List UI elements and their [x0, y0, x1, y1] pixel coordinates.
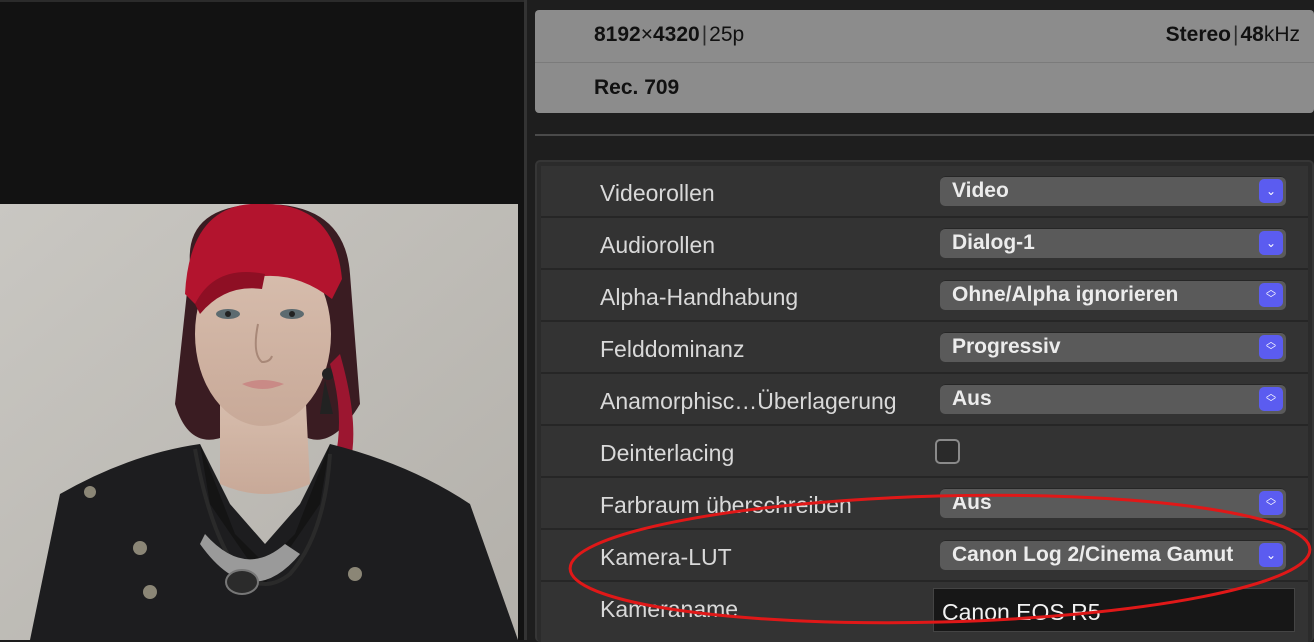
property-label: Audiorollen — [600, 232, 716, 258]
property-row-anamorphic-overlay: Anamorphisc…Überlagerung Aus ︿ ﹀ — [541, 374, 1308, 426]
audio-rate-unit: kHz — [1263, 23, 1300, 46]
property-label: Felddominanz — [600, 336, 745, 362]
property-label: Kamera-LUT — [600, 544, 732, 570]
deinterlacing-checkbox[interactable] — [935, 439, 960, 464]
kameraname-field[interactable]: Canon EOS R5 — [933, 588, 1295, 632]
portrait-photo — [0, 204, 518, 640]
kamera-lut-popup[interactable]: Canon Log 2/Cinema Gamut ⌄ — [940, 540, 1286, 570]
properties-panel: Videorollen Video ⌄ Audiorollen Dialog-1… — [535, 160, 1314, 642]
popup-value: Aus — [952, 387, 992, 410]
popup-value: Progressiv — [952, 335, 1061, 358]
videorollen-popup[interactable]: Video ⌄ — [940, 176, 1286, 206]
updown-chevron-icon: ︿ ﹀ — [1259, 491, 1283, 515]
property-row-farbraum: Farbraum überschreiben Aus ︿ ﹀ — [541, 478, 1308, 530]
felddominanz-popup[interactable]: Progressiv ︿ ﹀ — [940, 332, 1286, 362]
property-row-kamera-lut: Kamera-LUT Canon Log 2/Cinema Gamut ⌄ — [541, 530, 1308, 582]
audiorollen-popup[interactable]: Dialog-1 ⌄ — [940, 228, 1286, 258]
frame-rate: 25p — [709, 23, 745, 46]
video-format: 8192×4320|25p — [594, 23, 744, 47]
popup-value: Canon Log 2/Cinema Gamut — [952, 543, 1234, 566]
updown-chevron-icon: ︿ ﹀ — [1259, 387, 1283, 411]
resolution-width: 8192 — [594, 23, 641, 46]
viewer-frame-image — [0, 204, 518, 640]
popup-value: Aus — [952, 491, 992, 514]
times-sign: × — [640, 23, 653, 46]
popup-value: Video — [952, 179, 1009, 202]
property-label: Videorollen — [600, 180, 715, 206]
popup-value: Ohne/Alpha ignorieren — [952, 283, 1179, 306]
audio-format: Stereo|48kHz — [1166, 23, 1300, 47]
property-label: Anamorphisc…Überlagerung — [600, 388, 897, 414]
field-value: Canon EOS R5 — [942, 599, 1101, 625]
resolution-height: 4320 — [652, 23, 700, 46]
property-row-alpha-handhabung: Alpha-Handhabung Ohne/Alpha ignorieren ︿… — [541, 270, 1308, 322]
property-row-deinterlacing: Deinterlacing — [541, 426, 1308, 478]
color-space-row: Rec. 709 — [535, 63, 1314, 113]
info-inspector: 8192×4320|25p Stereo|48kHz Rec. 709 Vide… — [527, 0, 1314, 642]
anamorphic-overlay-popup[interactable]: Aus ︿ ﹀ — [940, 384, 1286, 414]
viewer-top-border — [0, 0, 524, 2]
clip-summary-box: 8192×4320|25p Stereo|48kHz Rec. 709 — [535, 10, 1314, 113]
property-row-audiorollen: Audiorollen Dialog-1 ⌄ — [541, 218, 1308, 270]
updown-chevron-icon: ︿ ﹀ — [1259, 335, 1283, 359]
color-space: Rec. 709 — [594, 76, 680, 99]
alpha-handhabung-popup[interactable]: Ohne/Alpha ignorieren ︿ ﹀ — [940, 280, 1286, 310]
chevron-down-icon: ⌄ — [1259, 179, 1283, 203]
updown-chevron-icon: ︿ ﹀ — [1259, 283, 1283, 307]
property-label: Farbraum überschreiben — [600, 492, 852, 518]
audio-rate-value: 48 — [1240, 23, 1264, 46]
section-divider — [535, 134, 1314, 136]
separator: | — [701, 23, 708, 46]
farbraum-popup[interactable]: Aus ︿ ﹀ — [940, 488, 1286, 518]
property-row-felddominanz: Felddominanz Progressiv ︿ ﹀ — [541, 322, 1308, 374]
property-label: Alpha-Handhabung — [600, 284, 799, 310]
video-viewer[interactable] — [0, 0, 524, 640]
chevron-down-icon: ⌄ — [1259, 543, 1283, 567]
property-row-kameraname: Kameraname Canon EOS R5 — [541, 582, 1308, 642]
chevron-down-icon: ⌄ — [1259, 231, 1283, 255]
audio-channels: Stereo — [1165, 23, 1231, 46]
popup-value: Dialog-1 — [952, 231, 1035, 254]
property-label: Kameraname — [600, 596, 739, 622]
property-label: Deinterlacing — [600, 440, 735, 466]
format-row: 8192×4320|25p Stereo|48kHz — [535, 10, 1314, 63]
property-row-videorollen: Videorollen Video ⌄ — [541, 166, 1308, 218]
